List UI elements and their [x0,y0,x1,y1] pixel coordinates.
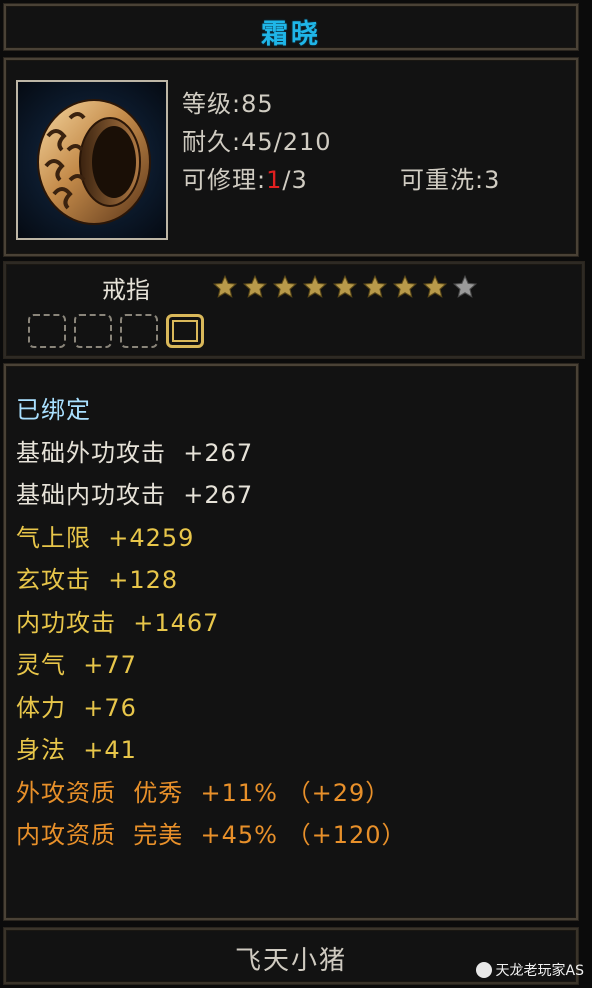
star-filled-icon [422,274,448,298]
item-name-title: 霜晓 [261,19,321,50]
star-filled-icon [302,274,328,298]
attributes-panel: 已绑定 基础外功攻击 +267 基础内功攻击 +267 气上限 +4259 玄攻击 +1… [4,364,578,920]
attribute-value: +76 [66,693,137,722]
attribute-name: 外攻资质 [16,778,116,807]
attribute-value: 完美 +45% （+120） [116,821,407,849]
item-type-label: 戒指 [102,276,150,304]
attribute-row: 气上限 +4259 [16,518,194,553]
attribute-row: 已绑定 [16,390,91,425]
star-filled-icon [212,274,238,298]
watermark-logo-icon [475,962,492,978]
durability-row: 耐久:45/210 [182,128,332,156]
attribute-name: 灵气 [16,651,66,679]
level-label: 等级 [182,90,232,118]
gem-slot[interactable] [74,314,112,348]
attribute-name: 基础外功攻击 [16,438,166,467]
star-filled-icon [392,274,418,298]
attribute-name: 玄攻击 [16,566,91,594]
attribute-name: 基础内功攻击 [16,481,166,509]
repair-label: 可修理 [182,166,257,194]
attribute-name: 内功攻击 [16,608,116,637]
attribute-name: 已绑定 [16,396,91,424]
repair-max: /3 [282,166,308,194]
attribute-name: 体力 [16,693,66,722]
level-row: 等级:85 [182,90,274,118]
durability-value: 45/210 [241,128,332,156]
star-filled-icon [362,274,388,298]
attribute-row: 灵气 +77 [16,645,137,680]
repair-current: 1 [266,166,283,194]
ring-icon [37,99,151,225]
gem-slot[interactable] [166,314,204,348]
attribute-value: +1467 [116,608,220,637]
star-filled-icon [332,274,358,298]
attribute-value: +128 [91,566,179,594]
rewash-label: 可重洗 [400,166,475,194]
attribute-value: +77 [66,651,137,679]
title-bar: 霜晓 [4,4,578,50]
gem-slot[interactable] [120,314,158,348]
attribute-row: 基础内功攻击 +267 [16,475,253,510]
attribute-value: +267 [166,481,254,509]
attribute-row: 身法 +41 [16,730,137,765]
attribute-row: 基础外功攻击 +267 [16,433,253,468]
attribute-value: +41 [66,736,137,764]
rewash-row: 可重洗:3 [400,166,501,194]
attribute-row: 玄攻击 +128 [16,560,178,595]
durability-label: 耐久 [182,128,232,156]
star-filled-icon [242,274,268,298]
level-value: 85 [241,90,274,118]
attribute-row: 外攻资质 优秀 +11% （+29） [16,773,390,808]
enhance-panel: 戒指 [4,262,584,358]
item-icon-slot[interactable] [16,80,168,240]
rewash-value: 3 [484,166,501,194]
attribute-row: 体力 +76 [16,688,137,723]
attribute-value: +267 [166,438,254,467]
star-rating [212,274,478,300]
watermark: 天龙老玩家AS [475,960,584,980]
gem-slot[interactable] [28,314,66,348]
gem-slots [28,314,204,348]
attribute-name: 身法 [16,736,66,764]
attribute-name: 气上限 [16,523,91,552]
attribute-row: 内功攻击 +1467 [16,603,219,638]
attribute-value: +4259 [91,523,195,552]
attribute-value: 优秀 +11% （+29） [116,778,391,807]
watermark-text: 天龙老玩家AS [495,963,584,979]
item-info-panel: 等级:85 耐久:45/210 可修理:1/3 可重洗:3 [4,58,578,256]
repair-row: 可修理:1/3 [182,166,308,194]
attribute-row: 内攻资质 完美 +45% （+120） [16,815,407,850]
attribute-name: 内攻资质 [16,821,116,849]
star-filled-icon [272,274,298,298]
star-empty-icon [452,274,478,298]
